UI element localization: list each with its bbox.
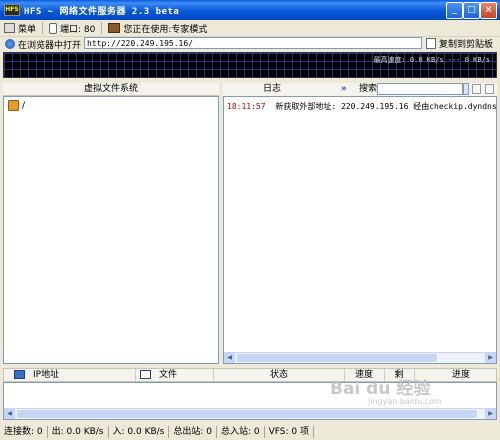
vfs-tree[interactable]: / <box>3 96 219 364</box>
minimize-button[interactable]: _ <box>446 2 463 19</box>
find-log-icon[interactable] <box>485 84 494 94</box>
watermark-url: jingyan.baidu.com <box>368 397 442 406</box>
search-spinner[interactable] <box>463 83 469 95</box>
port-label: 端口: 80 <box>60 24 96 35</box>
vfs-root-item[interactable]: / <box>8 100 25 111</box>
url-toolbar: 在浏览器中打开 http://220.249.195.16/ 复制到剪贴板 <box>0 36 500 52</box>
log-title: 日志 <box>263 84 282 94</box>
max-speed-text: 最高速度: 0.0 KB/s --- 0 KB/s <box>373 56 490 64</box>
status-total-in: 总入站: 0 <box>217 426 265 438</box>
mode-button[interactable]: 您正在使用:专家模式 <box>104 21 211 35</box>
scroll-left-arrow-icon[interactable]: ◀ <box>4 409 15 419</box>
scroll-left-arrow-icon[interactable]: ◀ <box>224 353 235 363</box>
vfs-header: 虚拟文件系统 <box>3 83 219 96</box>
menu-icon <box>4 23 15 33</box>
log-horizontal-scrollbar[interactable]: ◀ ▶ <box>224 352 496 363</box>
status-total-out: 总出站: 0 <box>169 426 217 438</box>
home-folder-icon <box>8 100 19 111</box>
scroll-right-arrow-icon[interactable]: ▶ <box>485 409 496 419</box>
close-button[interactable]: × <box>480 2 497 19</box>
bandwidth-graph: 最高速度: 0.0 KB/s --- 0 KB/s <box>3 52 497 78</box>
network-icon <box>14 370 25 379</box>
menu-button[interactable]: 菜单 <box>0 21 40 35</box>
browser-globe-icon <box>5 39 15 49</box>
status-connections: 连接数: 0 <box>0 426 48 438</box>
port-button[interactable]: 端口: 80 <box>45 21 99 35</box>
open-in-browser-button[interactable]: 在浏览器中打开 <box>0 37 81 51</box>
main-toolbar: 菜单 端口: 80 您正在使用:专家模式 <box>0 20 500 37</box>
title-bar: HFS HFS ~ 网络文件服务器 2.3 beta _ □ × <box>0 0 500 20</box>
scroll-thumb[interactable] <box>17 410 477 418</box>
log-entry-time: 18:11:57 <box>227 102 266 111</box>
toolbar-divider <box>101 22 103 34</box>
copy-label: 复制到剪贴板 <box>439 40 494 50</box>
log-search-input[interactable] <box>377 83 463 95</box>
status-vfs-count: VFS: 0 项 <box>265 426 314 438</box>
mode-label: 您正在使用:专家模式 <box>123 24 208 35</box>
toolbar-divider <box>42 22 44 34</box>
copy-to-clipboard-button[interactable]: 复制到剪贴板 <box>426 37 493 50</box>
window-title: HFS ~ 网络文件服务器 2.3 beta <box>24 6 180 17</box>
open-in-browser-label: 在浏览器中打开 <box>18 40 82 51</box>
log-panel[interactable]: 18:11:57 新获取外部地址: 220.249.195.16 经由check… <box>223 96 497 364</box>
file-icon <box>140 370 151 379</box>
status-in-speed: 入: 0.0 KB/s <box>109 426 170 438</box>
url-field[interactable]: http://220.249.195.16/ <box>84 37 422 49</box>
hfs-app-icon[interactable]: HFS <box>4 4 20 16</box>
mode-icon <box>108 23 121 33</box>
maximize-button[interactable]: □ <box>463 2 480 19</box>
column-ip-label: IP地址 <box>33 370 60 380</box>
log-header: 日志 » 搜索 <box>223 83 497 97</box>
menu-label: 菜单 <box>18 24 37 35</box>
status-out-speed: 出: 0.0 KB/s <box>48 426 109 438</box>
column-file[interactable]: 文件 <box>136 369 214 381</box>
watermark-logo: Bai du 经验 <box>330 379 431 399</box>
clipboard-icon <box>426 38 436 49</box>
column-ip[interactable]: IP地址 <box>4 369 136 381</box>
column-status[interactable]: 状态 <box>214 369 345 381</box>
port-plug-icon <box>49 22 58 34</box>
connections-horizontal-scrollbar[interactable]: ◀ ▶ <box>4 408 496 419</box>
log-expand-button[interactable]: » <box>341 83 347 95</box>
scroll-right-arrow-icon[interactable]: ▶ <box>485 353 496 363</box>
status-bar: 连接数: 0 出: 0.0 KB/s 入: 0.0 KB/s 总出站: 0 总入… <box>0 424 500 440</box>
log-entry: 18:11:57 新获取外部地址: 220.249.195.16 经由check… <box>227 101 497 112</box>
vfs-root-label: / <box>22 100 26 111</box>
copy-log-icon[interactable] <box>472 84 481 94</box>
scroll-thumb[interactable] <box>237 354 437 362</box>
column-file-label: 文件 <box>159 370 178 380</box>
log-entry-text: 新获取外部地址: 220.249.195.16 经由checkip.dyndns… <box>275 102 497 111</box>
search-label: 搜索 <box>359 84 378 94</box>
